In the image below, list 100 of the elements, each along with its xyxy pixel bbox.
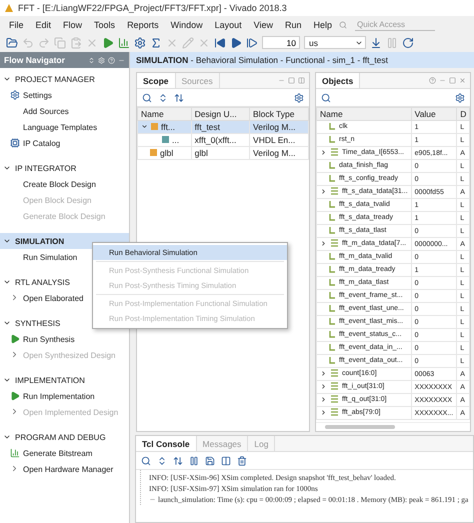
section-title: PROGRAM AND DEBUG	[15, 432, 106, 442]
panel-title: Flow Navigator	[4, 55, 65, 65]
expand-icon	[10, 350, 19, 359]
sigma-icon[interactable]	[150, 36, 162, 48]
expand-icon	[10, 464, 19, 473]
sort-icon[interactable]	[173, 456, 183, 466]
section-header[interactable]: PROGRAM AND DEBUG	[0, 429, 129, 445]
section-title: PROJECT MANAGER	[15, 74, 95, 84]
section-title: RTL ANALYSIS	[15, 278, 70, 286]
window-title: FFT - [E:/LiangWF22/FPGA_Project/FFT3/FFT.xpr] - Vivado 2018.3	[18, 3, 287, 13]
section-header[interactable]: IP INTEGRATOR	[0, 160, 129, 176]
header-icons[interactable]	[88, 56, 125, 64]
scrollbar[interactable]	[316, 422, 470, 431]
menu-item[interactable]: Tools	[89, 20, 122, 30]
expand-icon[interactable]	[320, 188, 327, 195]
expand-icon[interactable]	[320, 148, 327, 156]
collapse-icon[interactable]	[3, 376, 11, 384]
tree-row[interactable]: glbl glbl Verilog M...	[138, 146, 308, 160]
column-header[interactable]: Design U...	[191, 108, 250, 120]
nav-item[interactable]: Open Hardware Manager	[0, 461, 129, 477]
column-header[interactable]: Block Type	[250, 108, 308, 120]
expand-icon[interactable]	[320, 240, 327, 247]
bus-signal-icon	[330, 239, 339, 248]
sort-icon[interactable]	[174, 92, 184, 102]
refresh-icon[interactable]	[402, 36, 414, 48]
search-icon	[339, 20, 348, 28]
nav-item[interactable]: Add Sources	[0, 103, 129, 119]
skip-back-icon[interactable]	[214, 36, 226, 48]
menu-item[interactable]: Layout	[210, 20, 249, 30]
quick-access-field[interactable]: Quick Access	[355, 18, 436, 30]
collapse-icon[interactable]	[3, 319, 11, 327]
play-icon	[10, 391, 20, 401]
bus-signal-icon	[330, 369, 339, 378]
chip-icon	[10, 138, 20, 148]
folder-icon[interactable]	[6, 36, 18, 48]
bus-signal-icon	[330, 408, 339, 416]
step-icon[interactable]	[246, 36, 258, 48]
column-header[interactable]: Value	[411, 108, 457, 120]
bus-signal-icon	[330, 395, 339, 404]
search-icon[interactable]	[141, 456, 151, 466]
logo-icon	[4, 3, 14, 13]
column-header[interactable]: D	[456, 108, 470, 120]
menu-item[interactable]: File	[4, 20, 31, 30]
collapse-icon[interactable]	[3, 433, 11, 441]
section-title: SYNTHESIS	[15, 318, 60, 328]
menu-item[interactable]: Help	[308, 20, 340, 30]
menu-item[interactable]: Window	[166, 20, 210, 30]
search-icon[interactable]	[142, 92, 152, 102]
tree-row[interactable]: fft... fft_test Verilog M...	[138, 120, 308, 134]
menu-item[interactable]: Edit	[30, 20, 58, 30]
section-title: IP INTEGRATOR	[15, 164, 76, 172]
trash-icon[interactable]	[237, 456, 247, 466]
save-icon[interactable]	[205, 456, 215, 466]
collapse-all-icon[interactable]	[157, 456, 167, 466]
menu-item[interactable]: Flow	[58, 20, 90, 30]
unit-dropdown[interactable]: us	[304, 36, 366, 49]
nav-item[interactable]: Language Templates	[0, 119, 129, 135]
tab[interactable]: Scope	[137, 73, 176, 88]
bus-signal-icon	[330, 148, 339, 156]
collapse-icon[interactable]	[3, 278, 11, 286]
collapse-all-icon[interactable]	[158, 92, 168, 102]
menu-item[interactable]: Run	[280, 20, 308, 30]
tab[interactable]: Tcl Console	[136, 436, 197, 451]
columns-icon[interactable]	[221, 456, 231, 466]
nav-item[interactable]: Create Block Design	[0, 176, 129, 192]
section-title: IMPLEMENTATION	[15, 376, 85, 384]
play-icon[interactable]	[230, 36, 242, 48]
collapse-icon[interactable]	[141, 123, 148, 130]
settings-icon[interactable]	[134, 36, 146, 48]
expand-icon	[10, 407, 19, 416]
time-field[interactable]: 10	[262, 36, 300, 49]
search-icon[interactable]	[321, 92, 331, 102]
menu-item[interactable]: Reports	[122, 20, 166, 30]
scope-name: ...	[172, 134, 180, 145]
panel-title: Objects	[316, 73, 360, 88]
column-header[interactable]: Name	[138, 108, 192, 120]
download-icon[interactable]	[370, 36, 382, 48]
section-header[interactable]: PROJECT MANAGER	[0, 71, 129, 87]
nav-item[interactable]: Generate Bitstream	[0, 445, 129, 461]
bus-signal-icon	[330, 187, 339, 196]
play-icon[interactable]	[102, 36, 114, 48]
bars-icon[interactable]	[118, 36, 130, 48]
collapse-icon[interactable]	[3, 75, 11, 83]
nav-item[interactable]: Run Implementation	[0, 388, 129, 404]
column-header[interactable]: Name	[316, 108, 412, 120]
tree-row[interactable]: ... xfft_0(xfft... VHDL En...	[138, 134, 308, 146]
nav-item[interactable]: Run Synthesis	[0, 331, 129, 347]
pause-icon[interactable]	[189, 456, 199, 466]
section-header[interactable]: IMPLEMENTATION	[0, 372, 129, 388]
nav-item[interactable]: IP Catalog	[0, 135, 129, 151]
bars-icon	[10, 448, 20, 458]
menu-item[interactable]: View	[248, 20, 280, 30]
settings-icon[interactable]	[294, 92, 304, 102]
nav-item[interactable]: Settings	[0, 87, 129, 103]
settings-icon	[10, 90, 20, 100]
collapse-icon[interactable]	[3, 237, 11, 245]
section-title: SIMULATION	[15, 236, 64, 246]
bus-signal-icon	[330, 382, 339, 390]
collapse-icon[interactable]	[3, 164, 11, 172]
settings-icon[interactable]	[455, 92, 465, 102]
